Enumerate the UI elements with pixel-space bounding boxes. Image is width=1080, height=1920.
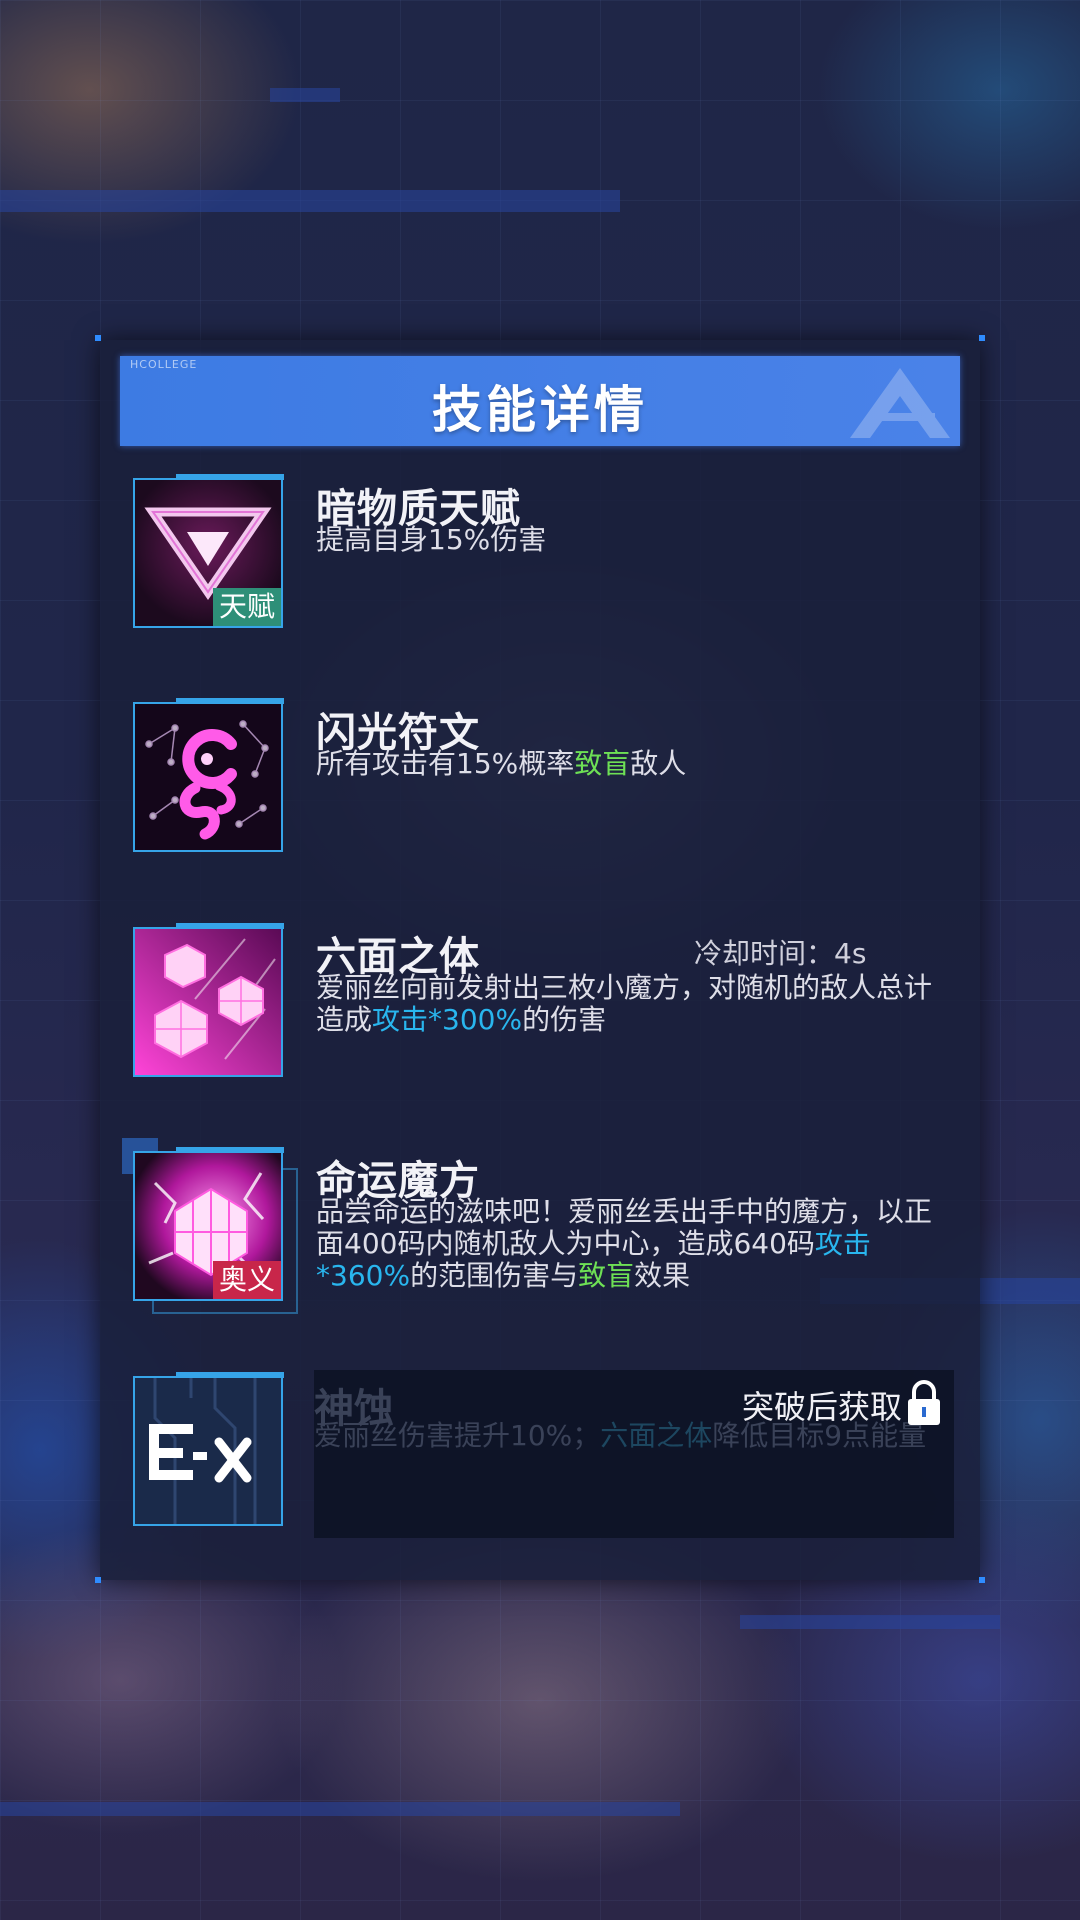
skill-desc-text: 所有攻击有15%概率 <box>316 747 575 780</box>
brand-logo-icon <box>850 368 950 438</box>
glitch-bar <box>0 1802 680 1816</box>
flash-rune-icon <box>135 704 281 850</box>
glitch-bar <box>740 1615 1000 1629</box>
skill-description: 爱丽丝向前发射出三枚小魔方，对随机的敌人总计造成攻击*300%的伤害 <box>316 972 936 1036</box>
skill-icon-fate-cube[interactable]: 奥义 <box>133 1151 283 1301</box>
page-title: 技能详情 <box>432 381 648 439</box>
skill-desc-text: 的范围伤害与 <box>410 1259 579 1292</box>
skill-desc-text: 爱丽丝伤害提升10%； <box>314 1419 601 1452</box>
mini-cubes-icon <box>135 929 281 1075</box>
panel-corner <box>95 335 101 341</box>
skill-icon-ex[interactable] <box>133 1376 283 1526</box>
panel-corner <box>95 1577 101 1583</box>
panel-corner <box>979 1577 985 1583</box>
glitch-bar <box>270 88 340 102</box>
skill-description: 所有攻击有15%概率致盲敌人 <box>316 748 936 780</box>
talent-badge: 天赋 <box>212 588 281 626</box>
skill-description: 提高自身15%伤害 <box>316 523 547 556</box>
locked-skill-panel: 神蚀 爱丽丝伤害提升10%；六面之体降低目标9点能量 突破后获取 <box>314 1370 954 1538</box>
glitch-bar <box>0 190 620 212</box>
skill-desc-text: 的伤害 <box>522 1003 607 1036</box>
panel-header: HCOLLEGE 技能详情 <box>120 356 960 446</box>
skill-desc-text: 敌人 <box>630 747 687 780</box>
blind-keyword: 致盲 <box>578 1259 635 1292</box>
skill-desc-text: 效果 <box>634 1259 691 1292</box>
ultimate-badge: 奥义 <box>212 1261 281 1299</box>
skill-icon-flash-rune[interactable] <box>133 702 283 852</box>
damage-keyword: 攻击*300% <box>372 1003 523 1036</box>
ex-skill-icon <box>135 1378 281 1524</box>
panel-corner <box>979 335 985 341</box>
lock-icon <box>908 1380 940 1425</box>
blind-keyword: 致盲 <box>574 747 631 780</box>
skill-description: 品尝命运的滋味吧！爱丽丝丢出手中的魔方，以正面400码内随机敌人为中心，造成64… <box>316 1196 940 1292</box>
skill-icon-hexahedron[interactable] <box>133 927 283 1077</box>
unlock-condition-label: 突破后获取 <box>741 1388 902 1426</box>
cooldown-label: 冷却时间：4s <box>694 937 867 970</box>
skill-reference-keyword: 六面之体 <box>600 1419 713 1452</box>
skill-icon-dark-matter[interactable]: 天赋 <box>133 478 283 628</box>
